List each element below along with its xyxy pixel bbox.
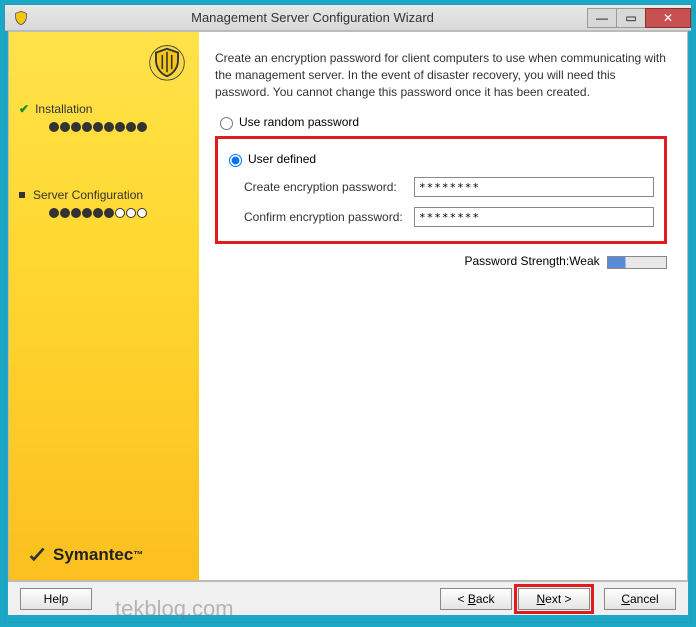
brand-text: Symantec bbox=[53, 545, 133, 565]
back-button[interactable]: < Back bbox=[440, 588, 512, 610]
content-area: ✔ Installation Server Configuration Syma… bbox=[8, 31, 688, 581]
sidebar-step-label: Installation bbox=[35, 102, 92, 116]
check-icon: ✔ bbox=[19, 102, 29, 116]
window-title: Management Server Configuration Wizard bbox=[37, 10, 588, 25]
confirm-password-label: Confirm encryption password: bbox=[244, 210, 414, 224]
radio-use-random[interactable]: Use random password bbox=[215, 114, 667, 130]
next-button[interactable]: Next > bbox=[518, 588, 590, 610]
sidebar-step-label: Server Configuration bbox=[33, 188, 143, 202]
sidebar-step-server-config: Server Configuration bbox=[19, 188, 189, 202]
intro-text: Create an encryption password for client… bbox=[215, 50, 667, 100]
radio-userdef-label: User defined bbox=[248, 152, 316, 166]
titlebar: Management Server Configuration Wizard —… bbox=[5, 5, 691, 31]
progress-dots-server-config bbox=[49, 208, 189, 218]
app-shield-icon bbox=[13, 10, 29, 26]
symantec-logo: Symantec™ bbox=[23, 542, 143, 568]
sidebar: ✔ Installation Server Configuration Syma… bbox=[9, 32, 199, 580]
create-password-label: Create encryption password: bbox=[244, 180, 414, 194]
minimize-button[interactable]: — bbox=[587, 8, 617, 28]
radio-random-label: Use random password bbox=[239, 115, 359, 129]
window-controls: — ▭ ✕ bbox=[588, 8, 691, 28]
password-strength-bar bbox=[607, 256, 667, 269]
sidebar-shield-icon bbox=[147, 44, 187, 91]
sidebar-step-installation: ✔ Installation bbox=[19, 102, 189, 116]
main-panel: Create an encryption password for client… bbox=[199, 32, 687, 580]
create-password-row: Create encryption password: bbox=[244, 177, 654, 197]
password-strength-row: Password Strength:Weak bbox=[215, 254, 667, 268]
radio-user-defined[interactable]: User defined bbox=[224, 151, 654, 167]
bottom-bar: Help < Back Next > Cancel bbox=[8, 581, 688, 615]
close-button[interactable]: ✕ bbox=[645, 8, 691, 28]
password-strength-label: Password Strength:Weak bbox=[464, 254, 599, 268]
maximize-button[interactable]: ▭ bbox=[616, 8, 646, 28]
confirm-password-input[interactable] bbox=[414, 207, 654, 227]
confirm-password-row: Confirm encryption password: bbox=[244, 207, 654, 227]
radio-random-input[interactable] bbox=[220, 117, 233, 130]
radio-userdef-input[interactable] bbox=[229, 154, 242, 167]
cancel-button[interactable]: Cancel bbox=[604, 588, 676, 610]
create-password-input[interactable] bbox=[414, 177, 654, 197]
user-defined-section: User defined Create encryption password:… bbox=[215, 136, 667, 244]
help-button[interactable]: Help bbox=[20, 588, 92, 610]
progress-dots-installation bbox=[49, 122, 189, 132]
square-icon bbox=[19, 192, 25, 198]
